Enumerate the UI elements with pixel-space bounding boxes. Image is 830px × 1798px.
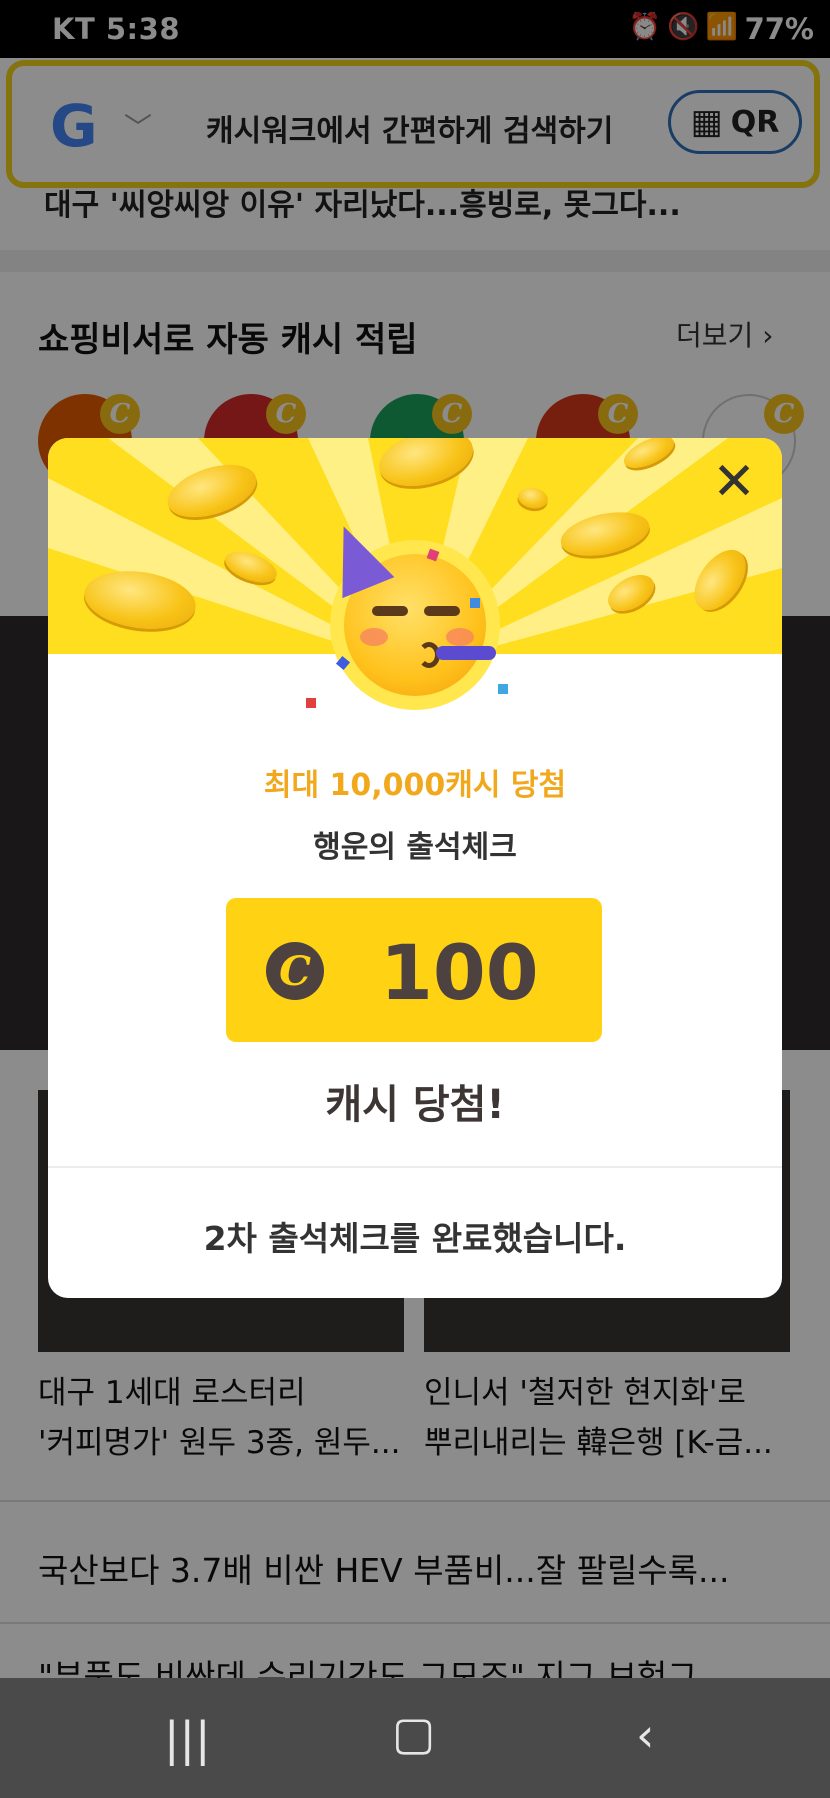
result-text: 캐시 당첨! (325, 1082, 505, 1128)
cheek (446, 628, 474, 646)
modal-subtitle: 행운의 출석체크 (313, 830, 517, 865)
close-icon[interactable]: ✕ (708, 456, 760, 508)
confetti (498, 684, 508, 694)
eye (424, 606, 460, 616)
modal-divider (48, 1166, 782, 1168)
cheek (360, 628, 388, 646)
eye (372, 606, 408, 616)
reward-amount-box: C 100 (226, 898, 602, 1042)
cash-coin-icon: C (266, 942, 324, 1000)
completion-message: 2차 출석체크를 완료했습니다. (203, 1219, 627, 1258)
attendance-reward-modal: ✕ 최대 10,000캐시 당첨 행운의 출석체크 C 100 캐시 당첨! 2… (48, 438, 782, 1298)
confetti (306, 698, 316, 708)
recent-apps-icon[interactable]: ||| (164, 1712, 211, 1766)
party-horn-icon (436, 646, 496, 660)
promo-text: 최대 10,000캐시 당첨 (263, 768, 567, 803)
confetti (470, 598, 480, 608)
home-icon[interactable]: ▢ (392, 1706, 435, 1760)
reward-amount: 100 (380, 928, 539, 1017)
system-nav-bar: ||| ▢ ‹ (0, 1678, 830, 1798)
back-icon[interactable]: ‹ (636, 1708, 654, 1762)
